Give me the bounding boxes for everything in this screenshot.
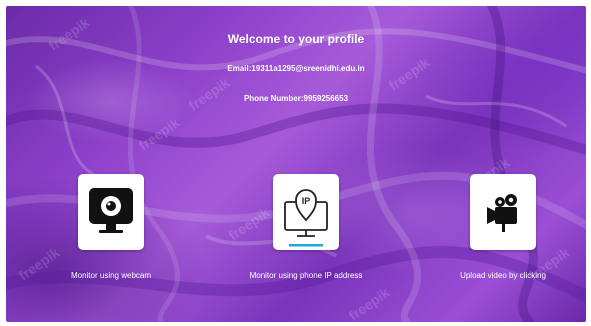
webcam-icon [89,188,133,233]
monitor-ip-button[interactable]: IP [273,174,339,250]
phone-text: Phone Number:9959256653 [243,94,349,103]
ip-monitor-icon: IP [284,189,328,247]
video-camera-icon [487,194,517,232]
option-label-ip: Monitor using phone IP address [249,271,363,280]
email-text: Email:19311a1295@sreenidhi.edu.in [227,64,365,73]
option-label-upload: Upload video by clicking [460,271,546,280]
upload-video-button[interactable] [470,174,536,250]
monitor-webcam-button[interactable] [78,174,144,250]
option-label-webcam: Monitor using webcam [70,271,152,280]
profile-screen: freepik freepik freepik freepik freepik … [6,6,586,322]
svg-text:IP: IP [302,196,311,206]
welcome-heading: Welcome to your profile [227,32,365,46]
